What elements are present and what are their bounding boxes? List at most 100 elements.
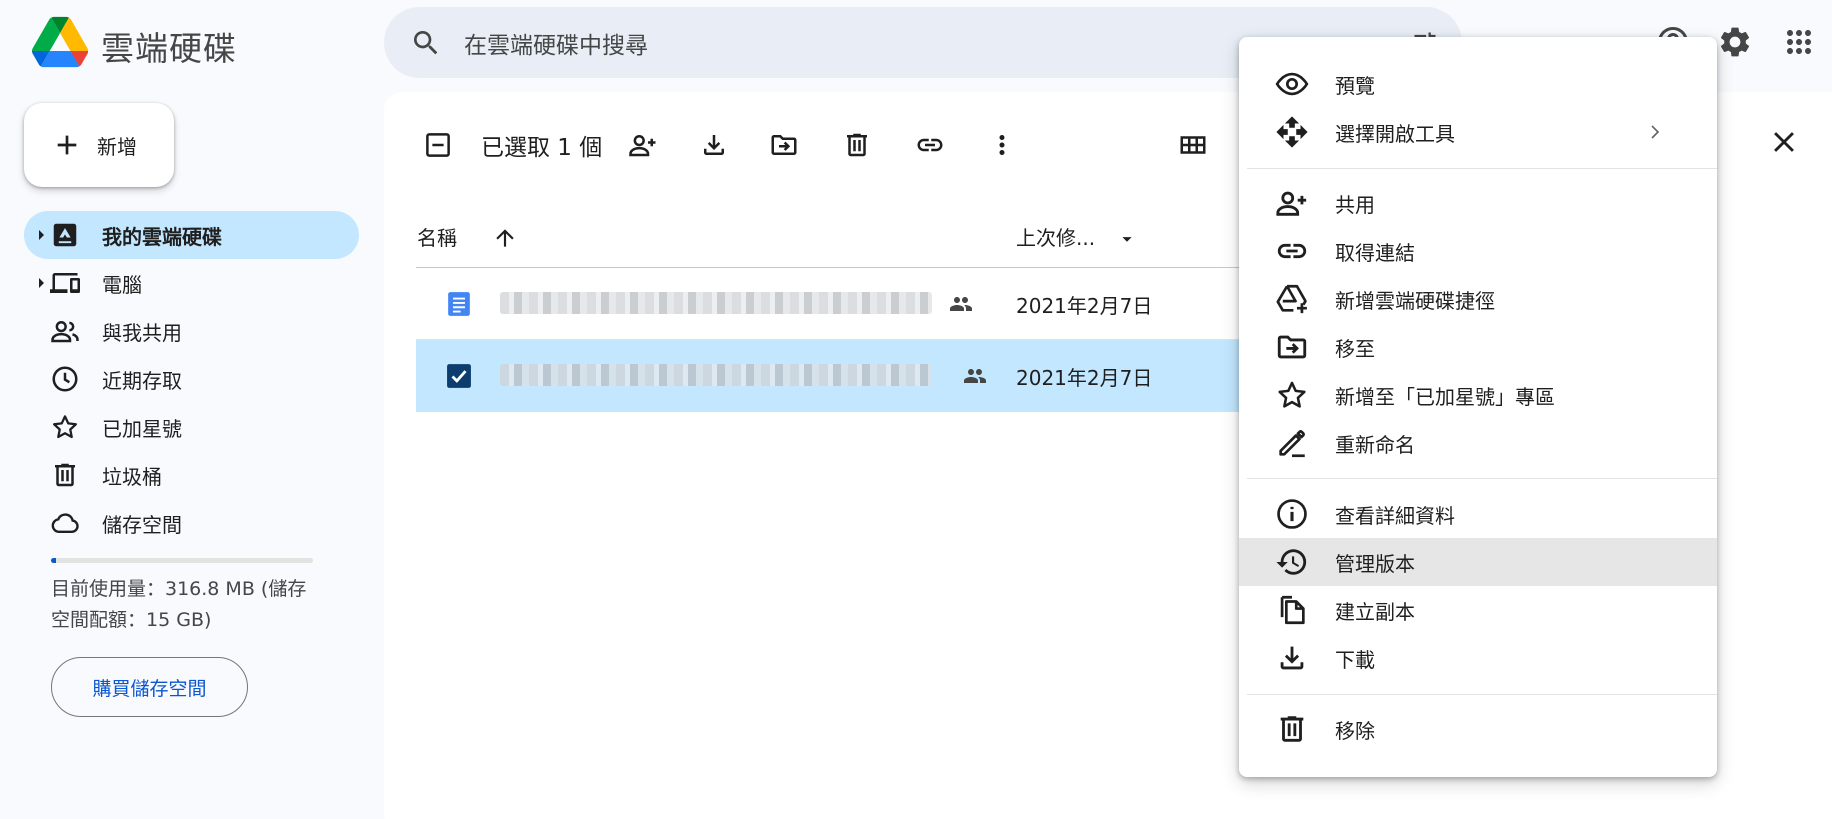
expand-caret-icon[interactable] bbox=[37, 229, 45, 241]
modified-date: 2021年2月7日 bbox=[1016, 366, 1153, 390]
computers-icon bbox=[50, 273, 80, 293]
sidebar-item-shared-with-me[interactable]: 與我共用 bbox=[24, 307, 359, 355]
menu-item-share[interactable]: 共用 bbox=[1239, 179, 1717, 227]
sidebar-nav: 我的雲端硬碟 電腦 與我共用 近期存取 已加星號 垃圾桶 儲存空間 bbox=[24, 211, 359, 547]
sidebar-item-label: 我的雲端硬碟 bbox=[102, 224, 222, 249]
link-icon[interactable] bbox=[915, 130, 945, 160]
storage-usage-fill bbox=[51, 558, 57, 563]
menu-item-rename[interactable]: 重新命名 bbox=[1239, 419, 1717, 467]
document-icon bbox=[448, 292, 470, 316]
shared-people-icon bbox=[964, 369, 986, 383]
menu-item-preview[interactable]: 預覽 bbox=[1239, 60, 1717, 108]
menu-item-label: 共用 bbox=[1335, 192, 1375, 217]
sidebar-item-computers[interactable]: 電腦 bbox=[24, 259, 359, 307]
sidebar-item-label: 垃圾桶 bbox=[102, 464, 162, 489]
move-folder-icon bbox=[1277, 335, 1307, 359]
download-icon[interactable] bbox=[699, 130, 729, 160]
sidebar-item-label: 已加星號 bbox=[102, 416, 182, 441]
plus-icon bbox=[57, 135, 77, 155]
new-button-label: 新增 bbox=[97, 134, 137, 159]
storage-usage-text: 目前使用量：316.8 MB (儲存空間配額：15 GB) bbox=[51, 578, 307, 631]
table-row[interactable]: 2021年2月7日 bbox=[416, 268, 1246, 340]
menu-item-label: 移至 bbox=[1335, 336, 1375, 361]
link-icon bbox=[1277, 243, 1307, 259]
storage-usage-bar bbox=[51, 558, 313, 563]
shared-with-me-icon bbox=[51, 320, 79, 343]
sort-arrow-up-icon[interactable] bbox=[492, 225, 518, 251]
new-button[interactable]: 新增 bbox=[24, 103, 174, 187]
my-drive-icon bbox=[53, 223, 77, 247]
buy-storage-button[interactable]: 購買儲存空間 bbox=[51, 657, 248, 717]
trash-icon bbox=[1280, 716, 1304, 742]
drive-logo[interactable] bbox=[32, 16, 88, 68]
menu-item-label: 選擇開啟工具 bbox=[1335, 121, 1455, 146]
menu-item-label: 新增雲端硬碟捷徑 bbox=[1335, 288, 1495, 313]
menu-divider bbox=[1247, 168, 1717, 169]
trash-icon bbox=[55, 463, 75, 487]
menu-item-label: 重新命名 bbox=[1335, 432, 1415, 457]
share-person-icon bbox=[1276, 191, 1307, 216]
apps-grid-icon[interactable] bbox=[1781, 24, 1817, 60]
menu-item-manage-versions[interactable]: 管理版本 bbox=[1239, 538, 1717, 586]
menu-item-open-with[interactable]: 選擇開啟工具 bbox=[1239, 108, 1717, 156]
menu-item-add-star[interactable]: 新增至「已加星號」專區 bbox=[1239, 371, 1717, 419]
star-icon bbox=[53, 415, 77, 439]
redacted-file-name bbox=[500, 364, 932, 386]
context-menu: 預覽 選擇開啟工具 共用 取得連結 新增雲端硬碟捷徑 移至 新增至「已加星號」專… bbox=[1239, 37, 1717, 777]
menu-item-label: 移除 bbox=[1335, 718, 1375, 743]
copy-icon bbox=[1280, 595, 1305, 625]
modified-column-header[interactable]: 上次修... bbox=[1016, 222, 1095, 251]
redacted-file-name bbox=[500, 292, 932, 314]
sidebar-item-storage[interactable]: 儲存空間 bbox=[24, 499, 359, 547]
menu-item-label: 管理版本 bbox=[1335, 551, 1415, 576]
name-column-header[interactable]: 名稱 bbox=[417, 222, 457, 251]
share-person-icon[interactable] bbox=[628, 130, 658, 160]
move-folder-icon[interactable] bbox=[769, 130, 799, 160]
more-vert-icon[interactable] bbox=[987, 130, 1017, 160]
menu-item-label: 新增至「已加星號」專區 bbox=[1335, 384, 1555, 409]
menu-item-add-shortcut[interactable]: 新增雲端硬碟捷徑 bbox=[1239, 275, 1717, 323]
eye-icon bbox=[1275, 72, 1309, 96]
gear-icon[interactable] bbox=[1717, 24, 1753, 60]
shared-people-icon bbox=[950, 297, 972, 311]
menu-item-move[interactable]: 移至 bbox=[1239, 323, 1717, 371]
expand-caret-icon[interactable] bbox=[37, 277, 45, 289]
sidebar-item-recent[interactable]: 近期存取 bbox=[24, 355, 359, 403]
menu-divider bbox=[1247, 478, 1717, 479]
menu-item-download[interactable]: 下載 bbox=[1239, 634, 1717, 682]
table-row-selected[interactable]: 2021年2月7日 bbox=[416, 340, 1246, 412]
star-icon bbox=[1278, 381, 1306, 408]
trash-icon[interactable] bbox=[842, 130, 872, 160]
open-with-icon bbox=[1276, 116, 1308, 148]
cloud-icon bbox=[51, 513, 79, 533]
menu-item-label: 取得連結 bbox=[1335, 240, 1415, 265]
menu-item-label: 下載 bbox=[1335, 647, 1375, 672]
menu-item-details[interactable]: 查看詳細資料 bbox=[1239, 490, 1717, 538]
menu-item-make-copy[interactable]: 建立副本 bbox=[1239, 586, 1717, 634]
history-icon bbox=[1276, 549, 1307, 575]
info-icon bbox=[1277, 499, 1307, 529]
chevron-down-icon[interactable] bbox=[1116, 228, 1138, 250]
app-title: 雲端硬碟 bbox=[101, 29, 237, 68]
modified-date: 2021年2月7日 bbox=[1016, 294, 1153, 318]
chevron-right-icon bbox=[1651, 125, 1660, 139]
menu-item-get-link[interactable]: 取得連結 bbox=[1239, 227, 1717, 275]
search-input[interactable]: 在雲端硬碟中搜尋 bbox=[464, 26, 648, 60]
menu-divider bbox=[1247, 694, 1717, 695]
search-icon[interactable] bbox=[410, 27, 442, 59]
recent-icon bbox=[52, 366, 78, 392]
close-icon[interactable] bbox=[1767, 125, 1801, 159]
sidebar-item-starred[interactable]: 已加星號 bbox=[24, 403, 359, 451]
sidebar-item-label: 電腦 bbox=[102, 272, 142, 297]
sidebar-item-my-drive[interactable]: 我的雲端硬碟 bbox=[24, 211, 359, 259]
deselect-icon[interactable] bbox=[423, 130, 453, 160]
sidebar-item-label: 近期存取 bbox=[102, 368, 182, 393]
selection-count: 已選取 1 個 bbox=[481, 135, 603, 161]
sidebar-item-trash[interactable]: 垃圾桶 bbox=[24, 451, 359, 499]
drive-shortcut-icon bbox=[1276, 284, 1307, 314]
sidebar-item-label: 儲存空間 bbox=[102, 512, 182, 537]
sidebar-item-label: 與我共用 bbox=[102, 320, 182, 345]
menu-item-remove[interactable]: 移除 bbox=[1239, 705, 1717, 753]
checkbox-checked-icon[interactable] bbox=[446, 363, 472, 389]
grid-view-icon[interactable] bbox=[1178, 130, 1208, 160]
